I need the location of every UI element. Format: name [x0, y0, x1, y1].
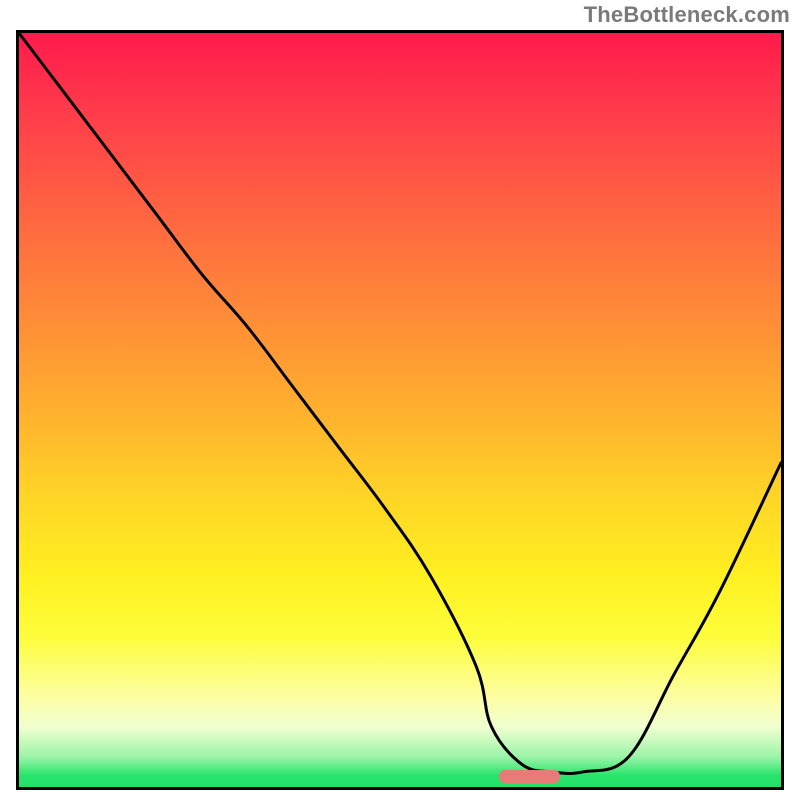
plot-area: [16, 30, 784, 790]
highlight-marker: [499, 770, 560, 783]
watermark-text: TheBottleneck.com: [584, 2, 790, 28]
chart-container: TheBottleneck.com: [0, 0, 800, 800]
line-series: [19, 33, 781, 787]
